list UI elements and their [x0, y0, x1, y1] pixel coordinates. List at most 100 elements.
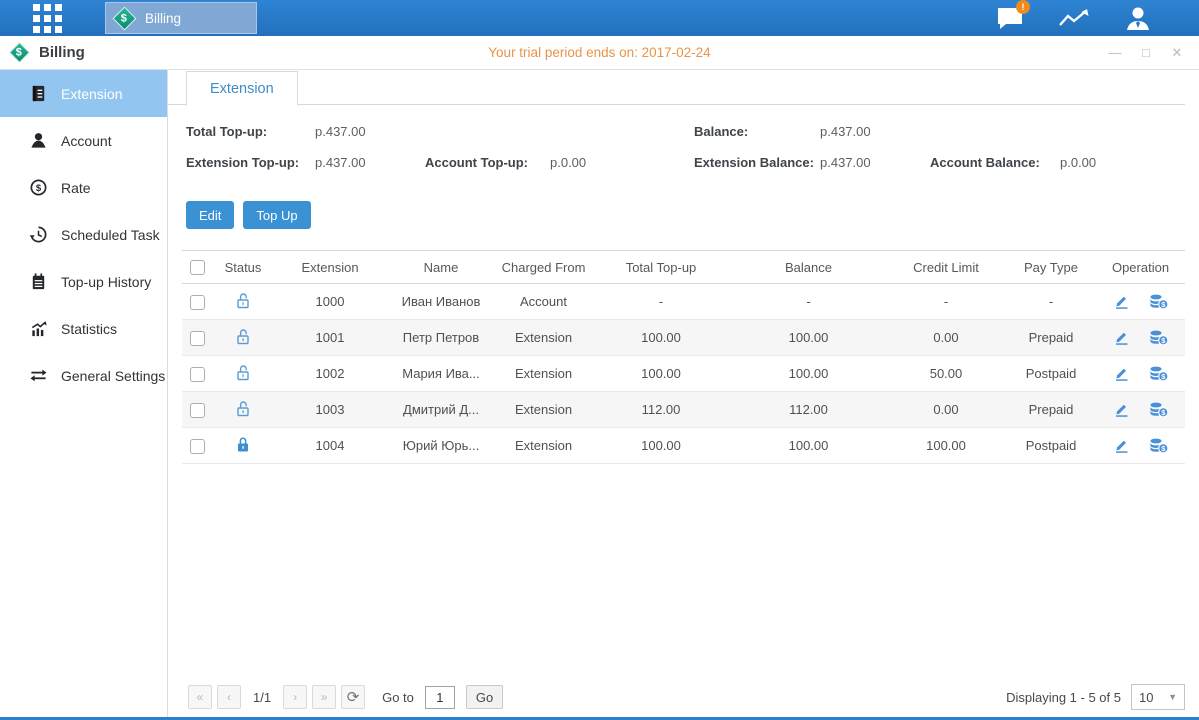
balance-label: Balance:: [694, 124, 748, 139]
window-titlebar: $ Billing Your trial period ends on: 201…: [0, 36, 1199, 70]
row-checkbox[interactable]: [190, 295, 205, 310]
row-checkbox[interactable]: [190, 439, 205, 454]
cell-charged-from: Extension: [496, 428, 591, 464]
cell-balance: -: [731, 284, 886, 320]
svg-text:$: $: [36, 183, 42, 194]
cell-name: Мария Ива...: [386, 356, 496, 392]
edit-button[interactable]: Edit: [186, 201, 234, 229]
pagination-bar: « ‹ 1/1 › » ⟳ Go to Go Displaying 1 - 5 …: [188, 684, 1185, 710]
row-checkbox[interactable]: [190, 367, 205, 382]
cell-name: Дмитрий Д...: [386, 392, 496, 428]
summary-panel: Total Top-up: p.437.00 Balance: p.437.00…: [168, 121, 1199, 187]
row-checkbox[interactable]: [190, 403, 205, 418]
minimize-icon[interactable]: —: [1107, 45, 1123, 61]
tab-extension[interactable]: Extension: [186, 71, 298, 106]
cell-total-topup: -: [591, 284, 731, 320]
displaying-text: Displaying 1 - 5 of 5: [1006, 690, 1121, 705]
balance-value: p.437.00: [820, 124, 871, 139]
top-up-row-icon[interactable]: $: [1149, 437, 1169, 454]
top-up-row-icon[interactable]: $: [1149, 401, 1169, 418]
edit-row-icon[interactable]: [1113, 329, 1130, 346]
last-page-button[interactable]: »: [312, 685, 336, 709]
app-launcher-grid-icon[interactable]: [33, 4, 62, 33]
cell-balance: 100.00: [731, 356, 886, 392]
maximize-icon[interactable]: □: [1138, 45, 1154, 61]
stats-chart-icon: [29, 319, 48, 338]
col-pay-type: Pay Type: [1006, 251, 1096, 284]
sidebar-item-rate[interactable]: $ Rate: [0, 164, 167, 211]
table-row[interactable]: 1004 Юрий Юрь... Extension 100.00 100.00…: [182, 428, 1185, 464]
sidebar-item-extension[interactable]: Extension: [0, 70, 167, 117]
sidebar-item-label: Rate: [61, 180, 91, 196]
row-checkbox[interactable]: [190, 331, 205, 346]
person-icon: [29, 131, 48, 150]
sidebar-item-scheduled-task[interactable]: Scheduled Task: [0, 211, 167, 258]
user-account-icon[interactable]: [1121, 5, 1155, 31]
cell-total-topup: 100.00: [591, 428, 731, 464]
cell-extension: 1002: [274, 356, 386, 392]
page-indicator: 1/1: [253, 690, 271, 705]
sidebar-item-label: Scheduled Task: [61, 227, 160, 243]
sidebar-item-topup-history[interactable]: Top-up History: [0, 258, 167, 305]
top-up-row-icon[interactable]: $: [1149, 365, 1169, 382]
table-row[interactable]: 1002 Мария Ива... Extension 100.00 100.0…: [182, 356, 1185, 392]
unlocked-status-icon: [235, 292, 251, 309]
total-topup-value: p.437.00: [315, 124, 366, 139]
cell-credit-limit: -: [886, 284, 1006, 320]
page-size-select[interactable]: 10 ▼: [1131, 684, 1185, 710]
go-button[interactable]: Go: [466, 685, 503, 709]
select-all-checkbox[interactable]: [190, 260, 205, 275]
prev-page-button[interactable]: ‹: [217, 685, 241, 709]
cell-credit-limit: 50.00: [886, 356, 1006, 392]
edit-row-icon[interactable]: [1113, 437, 1130, 454]
unlocked-status-icon: [235, 328, 251, 345]
cell-charged-from: Extension: [496, 320, 591, 356]
cell-credit-limit: 0.00: [886, 320, 1006, 356]
taskbar-tab-billing[interactable]: $ Billing: [105, 2, 257, 34]
notepad-icon: [29, 272, 48, 291]
cell-name: Юрий Юрь...: [386, 428, 496, 464]
sidebar-item-account[interactable]: Account: [0, 117, 167, 164]
billing-app-icon: $: [112, 6, 136, 30]
cell-credit-limit: 0.00: [886, 392, 1006, 428]
table-row[interactable]: 1000 Иван Иванов Account - - - -: [182, 284, 1185, 320]
extension-topup-label: Extension Top-up:: [186, 155, 299, 170]
table-row[interactable]: 1001 Петр Петров Extension 100.00 100.00…: [182, 320, 1185, 356]
edit-row-icon[interactable]: [1113, 293, 1130, 310]
page-size-value: 10: [1139, 690, 1153, 705]
sidebar-item-label: General Settings: [61, 368, 165, 384]
edit-row-icon[interactable]: [1113, 401, 1130, 418]
col-status: Status: [212, 251, 274, 284]
table-row[interactable]: 1003 Дмитрий Д... Extension 112.00 112.0…: [182, 392, 1185, 428]
resource-monitor-icon[interactable]: [1057, 5, 1091, 31]
table-body: 1000 Иван Иванов Account - - - -: [182, 284, 1185, 464]
col-charged-from: Charged From: [496, 251, 591, 284]
close-icon[interactable]: ✕: [1169, 45, 1185, 61]
extension-topup-value: p.437.00: [315, 155, 366, 170]
top-up-row-icon[interactable]: $: [1149, 329, 1169, 346]
col-balance: Balance: [731, 251, 886, 284]
account-topup-label: Account Top-up:: [425, 155, 528, 170]
edit-row-icon[interactable]: [1113, 365, 1130, 382]
cell-name: Иван Иванов: [386, 284, 496, 320]
cell-total-topup: 100.00: [591, 320, 731, 356]
cell-pay-type: Postpaid: [1006, 356, 1096, 392]
chevron-down-icon: ▼: [1168, 692, 1177, 702]
sidebar-item-statistics[interactable]: Statistics: [0, 305, 167, 352]
first-page-button[interactable]: «: [188, 685, 212, 709]
cell-total-topup: 100.00: [591, 356, 731, 392]
top-up-button[interactable]: Top Up: [243, 201, 310, 229]
notifications-icon[interactable]: !: [993, 5, 1027, 31]
cell-total-topup: 112.00: [591, 392, 731, 428]
next-page-button[interactable]: ›: [283, 685, 307, 709]
account-balance-label: Account Balance:: [930, 155, 1040, 170]
cell-credit-limit: 100.00: [886, 428, 1006, 464]
tab-strip: Extension: [168, 70, 1185, 105]
top-up-row-icon[interactable]: $: [1149, 293, 1169, 310]
sidebar-item-label: Extension: [61, 86, 122, 102]
goto-page-input[interactable]: [425, 686, 455, 709]
col-total-topup: Total Top-up: [591, 251, 731, 284]
goto-label: Go to: [382, 690, 414, 705]
sidebar-item-general-settings[interactable]: General Settings: [0, 352, 167, 399]
refresh-button[interactable]: ⟳: [341, 685, 365, 709]
